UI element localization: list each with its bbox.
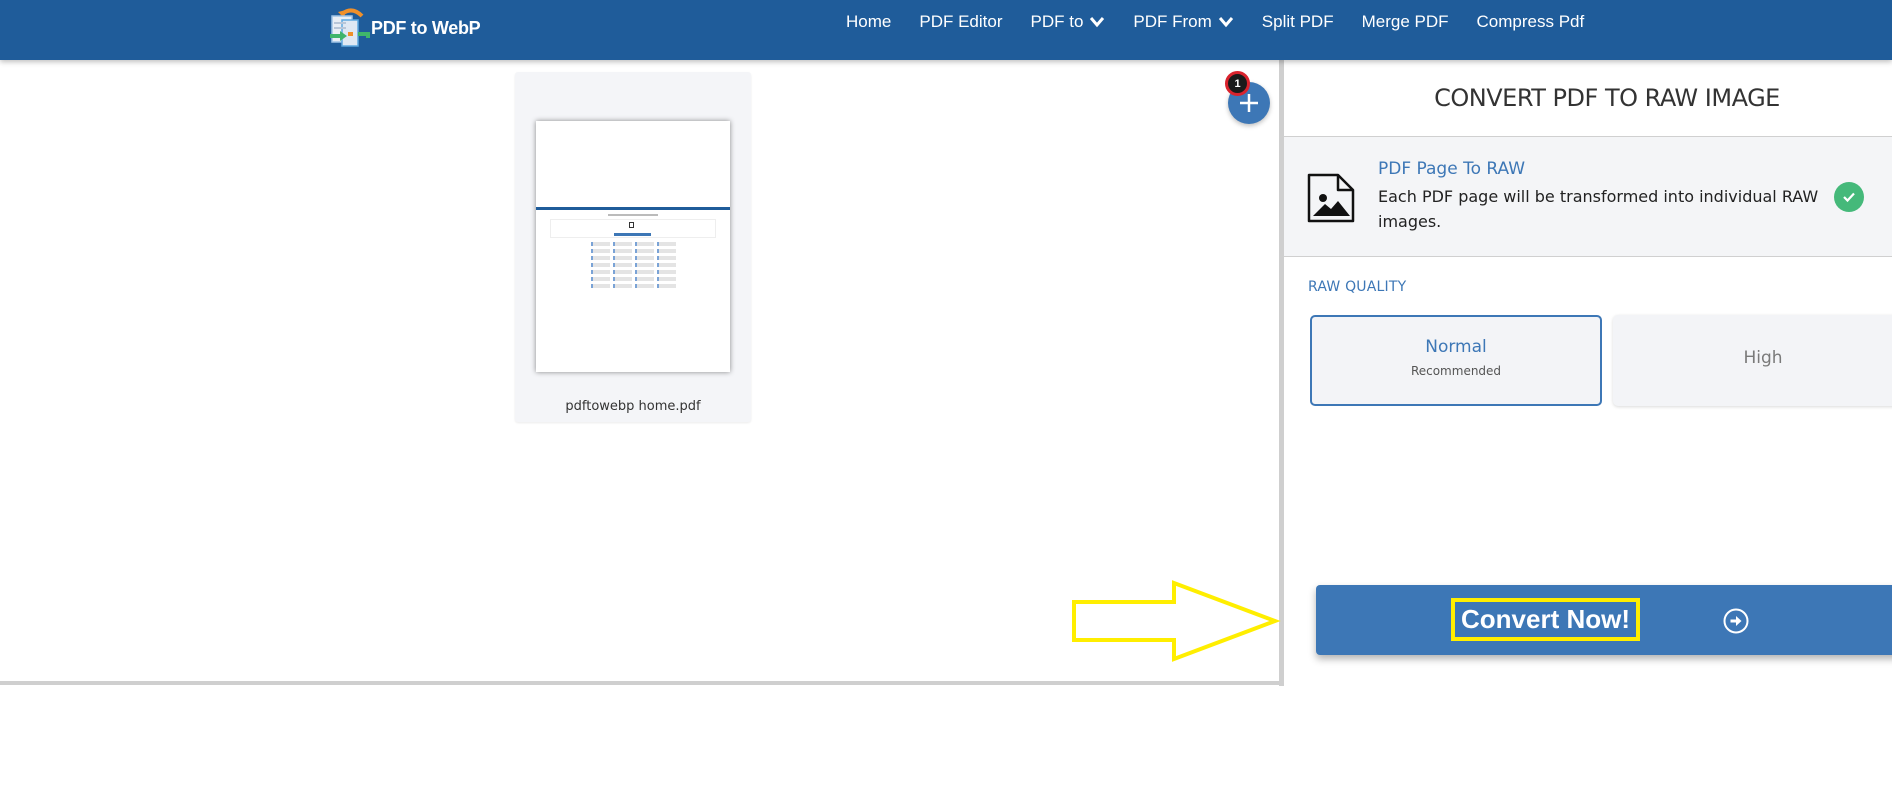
- thumbnail-button: [614, 233, 651, 236]
- quality-label: RAW QUALITY: [1308, 279, 1407, 295]
- file-card[interactable]: pdftowebp home.pdf: [515, 72, 751, 422]
- nav-home-label: Home: [846, 12, 892, 31]
- pdf-thumbnail: [536, 121, 730, 372]
- file-name: pdftowebp home.pdf: [565, 399, 701, 414]
- quality-high-name: High: [1743, 348, 1783, 368]
- nav-compress-pdf-label: Compress Pdf: [1476, 12, 1585, 31]
- convert-panel: CONVERT PDF TO RAW IMAGE PDF Page To RAW…: [1284, 60, 1892, 686]
- nav-split-pdf-label: Split PDF: [1261, 12, 1334, 31]
- chevron-down-icon: [1090, 17, 1105, 28]
- nav-compress-pdf[interactable]: Compress Pdf: [1477, 12, 1585, 32]
- nav-pdf-from-label: PDF From: [1133, 12, 1212, 31]
- panel-title: CONVERT PDF TO RAW IMAGE: [1434, 84, 1780, 112]
- option-title: PDF Page To RAW: [1378, 159, 1526, 179]
- convert-now-label: Convert Now!: [1451, 598, 1640, 641]
- thumbnail-title-line: [608, 214, 658, 216]
- chevron-down-icon: [1218, 17, 1233, 28]
- quality-normal-sub: Recommended: [1410, 364, 1502, 378]
- main-nav: Home PDF Editor PDF to PDF From Split PD…: [846, 0, 1612, 44]
- quality-normal-name: Normal: [1425, 337, 1487, 357]
- thumbnail-doc-icon: [629, 222, 634, 228]
- nav-home[interactable]: Home: [846, 12, 891, 32]
- brand-name: PDF to WebP: [371, 17, 481, 38]
- nav-pdf-to-label: PDF to: [1030, 12, 1084, 31]
- nav-pdf-editor-label: PDF Editor: [919, 12, 1003, 31]
- thumbnail-tool-grid: [591, 242, 677, 288]
- image-file-icon: [1307, 173, 1355, 223]
- quality-option-normal[interactable]: Normal Recommended: [1310, 315, 1602, 406]
- selected-check-icon: [1834, 182, 1864, 212]
- file-count-badge: 1: [1225, 71, 1250, 96]
- nav-merge-pdf[interactable]: Merge PDF: [1362, 12, 1449, 32]
- convert-now-button[interactable]: Convert Now!: [1316, 585, 1892, 655]
- nav-pdf-from[interactable]: PDF From: [1133, 12, 1233, 32]
- thumbnail-header-strip: [536, 207, 730, 210]
- nav-split-pdf[interactable]: Split PDF: [1262, 12, 1334, 32]
- nav-pdf-to[interactable]: PDF to: [1031, 12, 1106, 32]
- nav-pdf-editor[interactable]: PDF Editor: [919, 12, 1002, 32]
- nav-merge-pdf-label: Merge PDF: [1361, 12, 1449, 31]
- quality-option-high[interactable]: High: [1613, 315, 1892, 406]
- brand-logo[interactable]: PDF to WebP: [328, 8, 481, 48]
- top-navbar: PDF to WebP Home PDF Editor PDF to PDF F…: [0, 0, 1892, 60]
- conversion-option-page-to-raw[interactable]: PDF Page To RAW Each PDF page will be tr…: [1284, 137, 1892, 257]
- option-description: Each PDF page will be transformed into i…: [1378, 187, 1819, 231]
- logo-icon: [328, 8, 370, 48]
- annotation-arrow-icon: [1072, 580, 1281, 662]
- arrow-circle-right-icon: [1723, 608, 1749, 634]
- workspace-divider-horizontal: [0, 681, 1282, 685]
